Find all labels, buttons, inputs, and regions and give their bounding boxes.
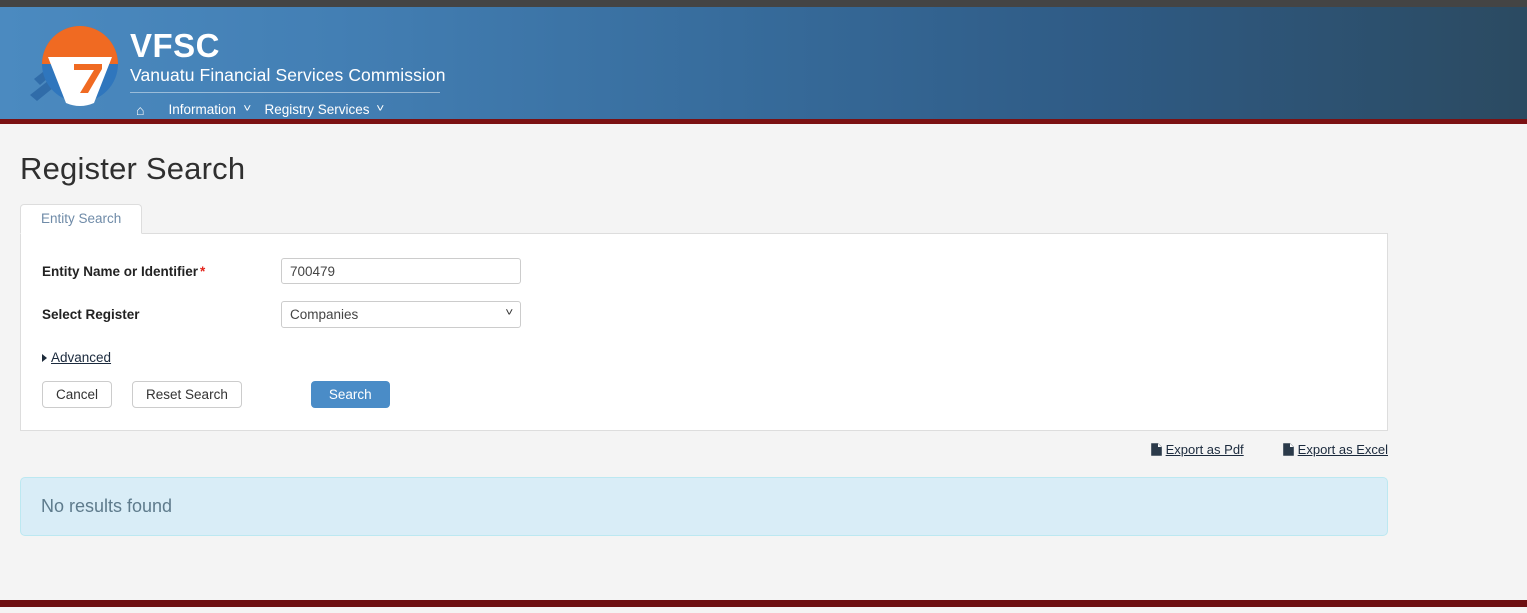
entity-name-label-text: Entity Name or Identifier bbox=[42, 263, 199, 279]
select-register-label: Select Register bbox=[21, 307, 281, 322]
search-button[interactable]: Search bbox=[310, 381, 390, 408]
export-row: Export as Pdf Export as Excel bbox=[20, 442, 1388, 457]
tab-strip: Entity Search bbox=[20, 202, 1527, 234]
triangle-right-icon bbox=[42, 353, 47, 362]
form-button-row: Cancel Reset Search Search bbox=[21, 381, 1387, 408]
site-header: VFSC Vanuatu Financial Services Commissi… bbox=[0, 7, 1527, 119]
entity-name-input[interactable] bbox=[281, 258, 521, 284]
search-panel: Entity Name or Identifier* Select Regist… bbox=[20, 233, 1388, 431]
brand-block: VFSC Vanuatu Financial Services Commissi… bbox=[130, 17, 446, 119]
select-register-label-text: Select Register bbox=[42, 307, 140, 322]
page-title: Register Search bbox=[20, 151, 246, 186]
brand-subtitle: Vanuatu Financial Services Commission bbox=[130, 64, 446, 85]
document-icon-excel bbox=[1282, 443, 1294, 456]
vfsc-logo[interactable] bbox=[28, 17, 124, 111]
chevron-down-icon-registry-services[interactable]: ˅ bbox=[377, 104, 385, 115]
advanced-label: Advanced bbox=[51, 350, 112, 365]
export-as-pdf-label: Export as Pdf bbox=[1165, 442, 1244, 457]
reset-search-button[interactable]: Reset Search bbox=[132, 381, 242, 408]
nav-item-information-label: Information bbox=[168, 102, 237, 118]
tab-entity-search[interactable]: Entity Search bbox=[20, 204, 143, 234]
form-row-select-register: Select Register Companies ˅ bbox=[21, 301, 1387, 328]
header-inner: VFSC Vanuatu Financial Services Commissi… bbox=[0, 7, 1527, 119]
required-asterisk: * bbox=[200, 263, 206, 279]
main-nav: ⌂ Information ˅ Registry Services ˅ bbox=[130, 99, 446, 119]
chevron-down-icon-information[interactable]: ˅ bbox=[243, 104, 251, 115]
brand-title: VFSC bbox=[130, 27, 221, 64]
tab-entity-search-label: Entity Search bbox=[41, 211, 122, 226]
select-register-dropdown[interactable]: Companies bbox=[281, 301, 521, 328]
browser-top-strip bbox=[0, 0, 1527, 7]
header-divider bbox=[130, 91, 440, 93]
page-body: Register Search Entity Search Entity Nam… bbox=[0, 124, 1527, 607]
form-row-entity-name: Entity Name or Identifier * bbox=[21, 258, 1387, 284]
vfsc-logo-svg bbox=[30, 26, 118, 106]
cancel-button[interactable]: Cancel bbox=[42, 381, 113, 408]
footer-red-rule bbox=[0, 600, 1527, 607]
select-register-wrap: Companies ˅ bbox=[281, 301, 521, 328]
advanced-toggle[interactable]: Advanced bbox=[21, 350, 1387, 365]
export-as-pdf-link[interactable]: Export as Pdf bbox=[1150, 442, 1244, 457]
nav-item-registry-services[interactable]: Registry Services bbox=[264, 102, 377, 117]
no-results-text: No results found bbox=[41, 496, 173, 516]
nav-item-information[interactable]: Information bbox=[168, 102, 244, 117]
no-results-message: No results found bbox=[20, 477, 1388, 536]
entity-name-label: Entity Name or Identifier * bbox=[21, 264, 281, 279]
home-icon: ⌂ bbox=[136, 101, 145, 118]
document-icon-pdf bbox=[1150, 443, 1162, 456]
nav-item-registry-services-label: Registry Services bbox=[264, 102, 370, 118]
export-as-excel-label: Export as Excel bbox=[1297, 442, 1388, 457]
export-as-excel-link[interactable]: Export as Excel bbox=[1282, 442, 1388, 457]
nav-item-home[interactable]: ⌂ bbox=[136, 103, 144, 117]
